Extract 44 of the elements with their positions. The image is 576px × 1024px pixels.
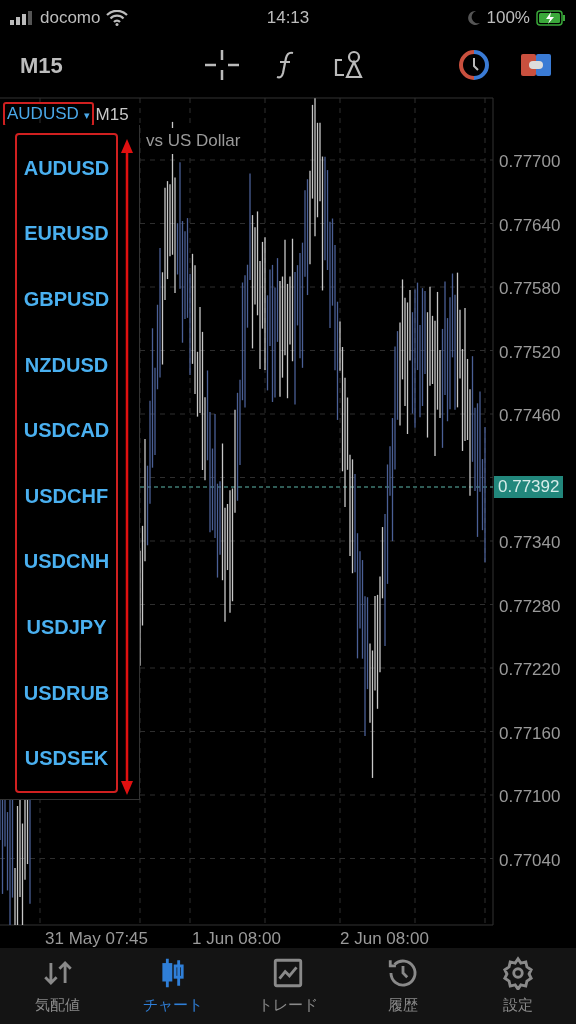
wifi-icon <box>106 9 129 26</box>
price-label: 0.77520 <box>499 341 561 364</box>
price-label: 0.77100 <box>499 786 561 808</box>
nav-tab[interactable]: 履歴 <box>345 948 461 1024</box>
nav-tab[interactable]: 気配値 <box>0 948 116 1024</box>
toggle-icon[interactable] <box>520 51 552 79</box>
settings-icon <box>501 955 536 990</box>
price-label: 0.77220 <box>499 659 561 681</box>
symbol-menu-item[interactable]: USDCNH <box>23 546 110 577</box>
price-label: 0.77460 <box>499 405 561 427</box>
price-label: 0.77700 <box>499 151 561 173</box>
chart-timeframe: M15 <box>95 104 129 126</box>
symbol-menu-item[interactable]: GBPUSD <box>23 284 110 314</box>
crosshair-icon[interactable] <box>205 50 239 80</box>
chart-title: vs US Dollar <box>146 128 241 154</box>
symbol-menu-item[interactable]: USDCAD <box>23 415 110 446</box>
symbol-menu-item[interactable]: USDJPY <box>26 611 107 642</box>
price-label: 0.77640 <box>499 214 561 237</box>
symbol-menu-item[interactable]: USDRUB <box>23 677 110 708</box>
clock-icon[interactable] <box>458 50 490 80</box>
signal-icon <box>10 10 34 25</box>
price-label: 0.77340 <box>499 532 561 554</box>
battery-charging-icon <box>536 9 566 26</box>
price-label: 0.77580 <box>499 278 561 300</box>
battery-percent: 100% <box>486 6 530 29</box>
symbol-menu-item[interactable]: NZDUSD <box>24 349 109 380</box>
price-label: 0.77040 <box>499 849 561 872</box>
current-price-tag: 0.77392 <box>494 476 564 498</box>
symbol-menu-item[interactable]: USDSEK <box>24 743 109 774</box>
clock-time: 14:13 <box>266 6 310 29</box>
moon-icon <box>466 9 481 26</box>
symbol-menu-item[interactable]: AUDUSD <box>23 152 110 183</box>
symbol-menu-item[interactable]: USDCHF <box>24 480 109 511</box>
time-label: 2 Jun 08:00 <box>340 928 430 950</box>
time-label: 1 Jun 08:00 <box>192 928 282 950</box>
symbol-menu-item[interactable]: EURUSD <box>24 218 109 249</box>
price-label: 0.77280 <box>499 595 561 618</box>
price-label: 0.77160 <box>499 722 561 745</box>
time-label: 31 May 07:45 <box>44 928 149 950</box>
carrier-name: docomo <box>40 6 101 29</box>
timeframe-label[interactable]: M15 <box>20 48 63 82</box>
nav-tab[interactable]: トレード <box>230 948 346 1024</box>
nav-tab[interactable]: チャート <box>115 948 231 1024</box>
nav-tab[interactable]: 設定 <box>460 948 576 1024</box>
